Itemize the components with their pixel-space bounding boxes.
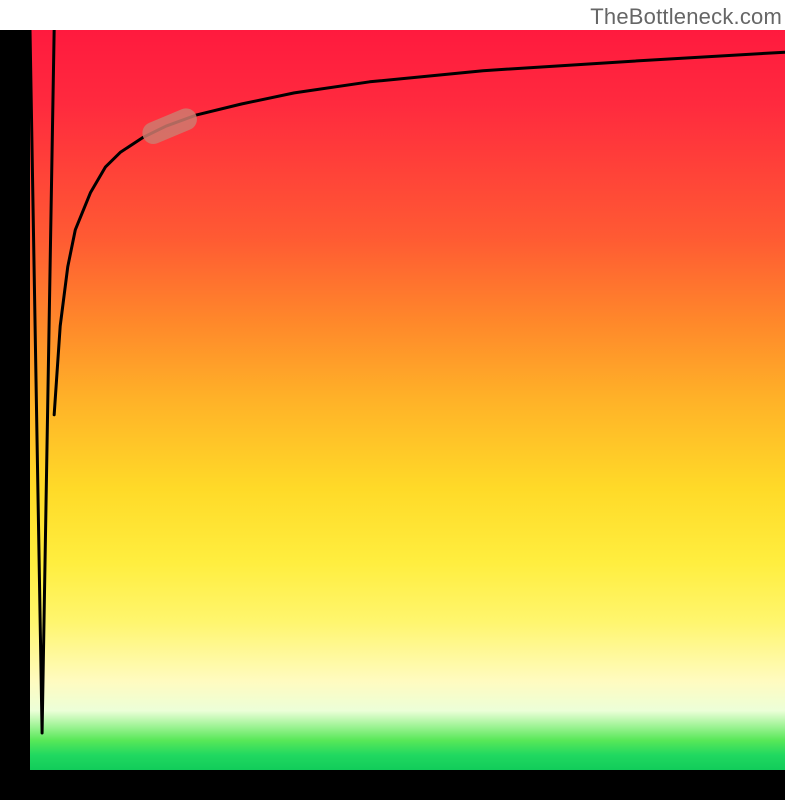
plot-gradient-background: [30, 30, 785, 770]
chart-frame: TheBottleneck.com: [0, 0, 800, 800]
y-axis-bar: [0, 30, 30, 770]
x-axis-bar: [0, 770, 800, 800]
watermark-text: TheBottleneck.com: [590, 4, 782, 30]
right-margin: [785, 0, 800, 800]
